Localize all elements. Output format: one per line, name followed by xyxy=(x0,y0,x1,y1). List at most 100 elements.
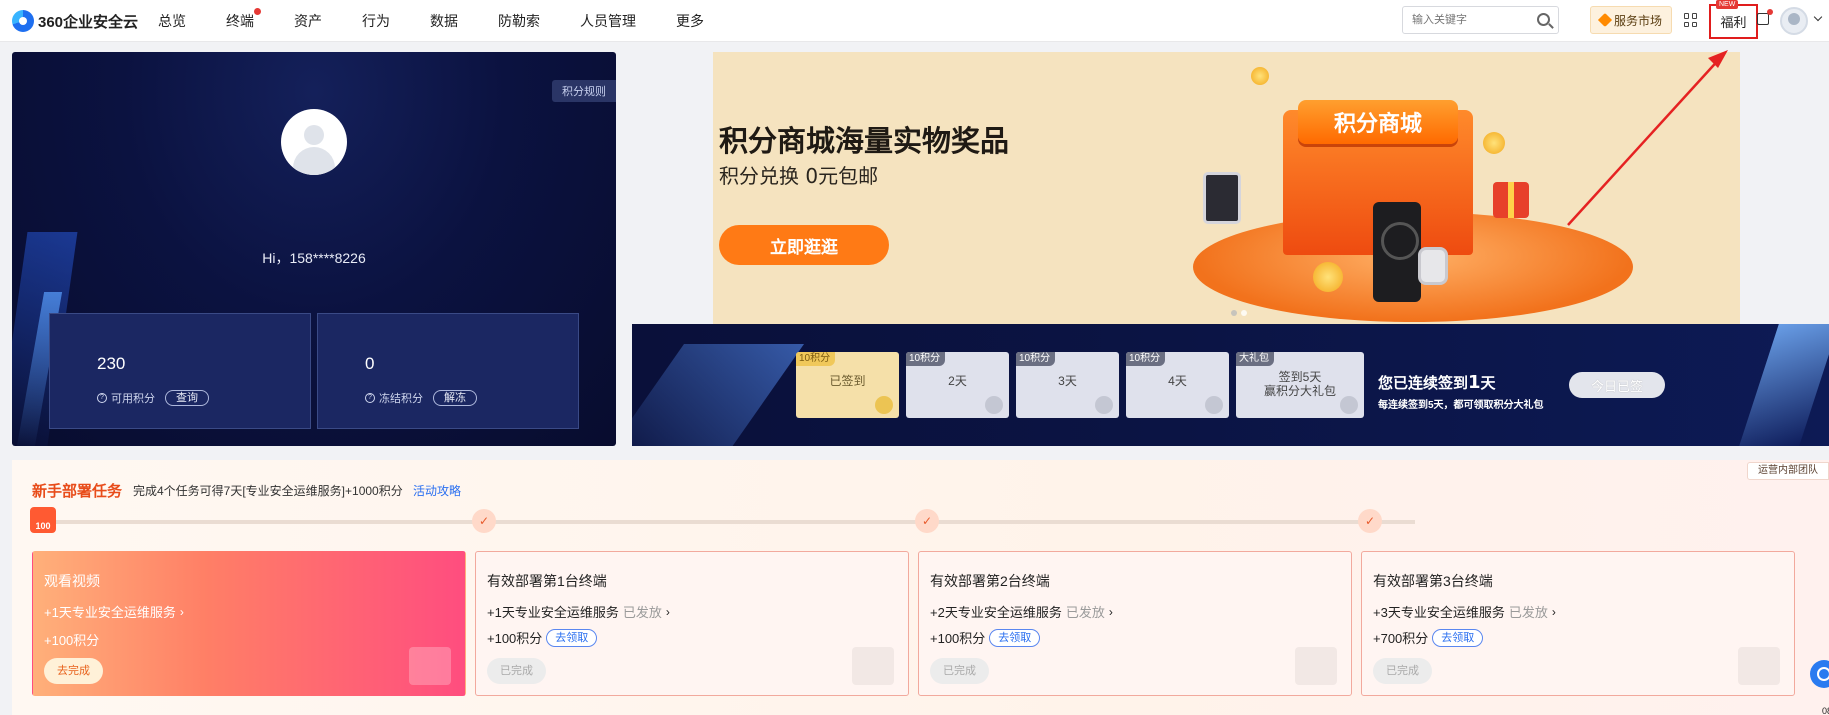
coin-icon xyxy=(1205,396,1223,414)
question-icon[interactable]: ? xyxy=(97,393,107,403)
banner-subtitle: 积分兑换 0元包邮 xyxy=(719,164,879,188)
day-tag: 10积分 xyxy=(906,352,946,366)
reward-text: +3天专业安全运维服务 xyxy=(1373,605,1505,620)
greeting-text: Hi，158****8226 xyxy=(262,250,366,266)
nav-item-people[interactable]: 人员管理 xyxy=(580,11,636,31)
streak-days: 1 xyxy=(1468,372,1481,393)
logo-text: 360企业安全云 xyxy=(38,13,139,31)
carousel-dot[interactable] xyxy=(1241,310,1247,316)
streak-prefix: 您已连续签到 xyxy=(1378,374,1469,392)
available-points-box: 230 ? 可用积分 查询 xyxy=(49,313,311,429)
shop-now-button[interactable]: 立即逛逛 xyxy=(719,225,889,265)
task-reward-service[interactable]: +3天专业安全运维服务 已发放 › xyxy=(1373,602,1556,621)
team-tag: 运营内部团队 xyxy=(1747,462,1829,480)
nav-item-behavior[interactable]: 行为 xyxy=(362,11,390,31)
claim-button[interactable]: 去领取 xyxy=(1432,628,1484,647)
chevron-right-icon: › xyxy=(179,604,184,619)
task-reward-service[interactable]: +2天专业安全运维服务 已发放 › xyxy=(930,602,1113,621)
nav-item-endpoints[interactable]: 终端 xyxy=(226,8,261,31)
search-box xyxy=(1402,6,1559,34)
task-card-deploy-2: 有效部署第2台终端 +2天专业安全运维服务 已发放 › +100积分 去领取 已完成 xyxy=(918,551,1352,696)
watch-illustration xyxy=(1418,247,1448,285)
task-reward-service[interactable]: +1天专业安全运维服务 已发放 › xyxy=(487,602,670,621)
day-label: 4天 xyxy=(1168,374,1187,388)
progress-start-badge: 100 xyxy=(30,507,56,533)
day-tag: 10积分 xyxy=(1126,352,1166,366)
points-card: 积分规则 Hi，158****8226 230 ? 可用积分 查询 0 ? 冻结… xyxy=(12,52,616,446)
reward-text: +100积分 xyxy=(44,633,100,648)
coin-icon xyxy=(985,396,1003,414)
claim-button[interactable]: 去领取 xyxy=(989,628,1041,647)
top-navigation-bar: 360企业安全云 总览 终端 资产 行为 数据 防勒索 人员管理 更多 服务市场… xyxy=(0,0,1829,42)
signin-day-1[interactable]: 10积分 已签到 xyxy=(796,352,899,418)
search-icon[interactable] xyxy=(1537,13,1550,26)
nav-label: 终端 xyxy=(226,13,254,29)
360-logo-icon xyxy=(12,10,34,32)
task-card-watch-video: 观看视频 +1天专业安全运维服务 › +100积分 去完成 xyxy=(32,551,466,696)
question-icon[interactable]: ? xyxy=(365,393,375,403)
completed-button[interactable]: 已完成 xyxy=(487,658,546,684)
signin-day-5-gift[interactable]: 大礼包 签到5天 赢积分大礼包 xyxy=(1236,352,1364,418)
day-label: 签到5天 赢积分大礼包 xyxy=(1263,370,1336,398)
welfare-button[interactable]: 福利 xyxy=(1709,4,1758,39)
reward-text: +2天专业安全运维服务 xyxy=(930,605,1062,620)
user-avatar[interactable] xyxy=(1780,7,1808,35)
task-name: 有效部署第2台终端 xyxy=(930,573,1050,589)
available-points-value: 230 xyxy=(97,354,126,373)
signin-day-3[interactable]: 10积分 3天 xyxy=(1016,352,1119,418)
checkmark-icon: ✓ xyxy=(915,509,939,533)
carousel-dots[interactable] xyxy=(1231,310,1247,316)
checkmark-icon: ✓ xyxy=(472,509,496,533)
query-button[interactable]: 查询 xyxy=(165,390,209,406)
logo[interactable]: 360企业安全云 xyxy=(12,10,138,32)
frozen-points-value: 0 xyxy=(365,354,375,373)
nav-item-overview[interactable]: 总览 xyxy=(158,11,186,31)
go-complete-button[interactable]: 去完成 xyxy=(44,658,103,684)
day-label: 已签到 xyxy=(829,374,866,388)
task-reward-service[interactable]: +1天专业安全运维服务 › xyxy=(44,602,184,621)
nav-label: 人员管理 xyxy=(580,13,636,29)
signin-day-4[interactable]: 10积分 4天 xyxy=(1126,352,1229,418)
checkmark-icon: ✓ xyxy=(1358,509,1382,533)
nav-item-more[interactable]: 更多 xyxy=(676,11,704,31)
gift-icon xyxy=(1340,396,1358,414)
search-input[interactable] xyxy=(1403,7,1528,33)
corner-label: 08 xyxy=(1822,706,1829,715)
activity-guide-link[interactable]: 活动攻略 xyxy=(413,482,461,499)
coin-icon xyxy=(1313,262,1343,292)
apps-grid-icon[interactable] xyxy=(1684,13,1698,27)
points-rules-link[interactable]: 积分规则 xyxy=(552,80,616,102)
chevron-down-icon[interactable] xyxy=(1813,12,1823,22)
tasks-description: 完成4个任务可得7天[专业安全运维服务]+1000积分 xyxy=(133,484,403,498)
claim-button[interactable]: 去领取 xyxy=(546,628,598,647)
banner-title: 积分商城海量实物奖品 xyxy=(719,124,1010,158)
streak-suffix: 天 xyxy=(1480,374,1496,392)
unfreeze-button[interactable]: 解冻 xyxy=(433,390,477,406)
message-icon[interactable] xyxy=(1757,13,1769,25)
nav-label: 更多 xyxy=(676,13,704,29)
coin-icon xyxy=(1251,67,1269,85)
task-card-deploy-3: 有效部署第3台终端 +3天专业安全运维服务 已发放 › +700积分 去领取 已完成 xyxy=(1361,551,1795,696)
tablet-illustration xyxy=(1203,172,1241,224)
frozen-points-label: 冻结积分 xyxy=(379,393,423,405)
points-mall-banner[interactable]: 积分商城海量实物奖品 积分兑换 0元包邮 立即逛逛 积分商城 xyxy=(713,52,1740,324)
reward-text: +1天专业安全运维服务 xyxy=(44,605,176,620)
carousel-dot[interactable] xyxy=(1231,310,1237,316)
completed-button[interactable]: 已完成 xyxy=(1373,658,1432,684)
nav-item-data[interactable]: 数据 xyxy=(430,11,458,31)
nav-label: 行为 xyxy=(362,13,390,29)
service-market-button[interactable]: 服务市场 xyxy=(1590,6,1672,34)
task-reward-points: +100积分 xyxy=(44,630,99,649)
frozen-points-row: ? 冻结积分 解冻 xyxy=(365,390,477,406)
reward-status: 已发放 xyxy=(1508,605,1548,620)
task-reward-points: +700积分 去领取 xyxy=(1373,628,1484,647)
task-progress-line xyxy=(44,520,1415,524)
nav-item-assets[interactable]: 资产 xyxy=(294,11,322,31)
completed-button[interactable]: 已完成 xyxy=(930,658,989,684)
signin-day-2[interactable]: 10积分 2天 xyxy=(906,352,1009,418)
today-signed-button[interactable]: 今日已签 xyxy=(1569,372,1665,398)
coin-icon xyxy=(875,396,893,414)
coin-icon xyxy=(1483,132,1505,154)
nav-item-anti-ransomware[interactable]: 防勒索 xyxy=(498,11,540,31)
reward-status: 已发放 xyxy=(622,605,662,620)
